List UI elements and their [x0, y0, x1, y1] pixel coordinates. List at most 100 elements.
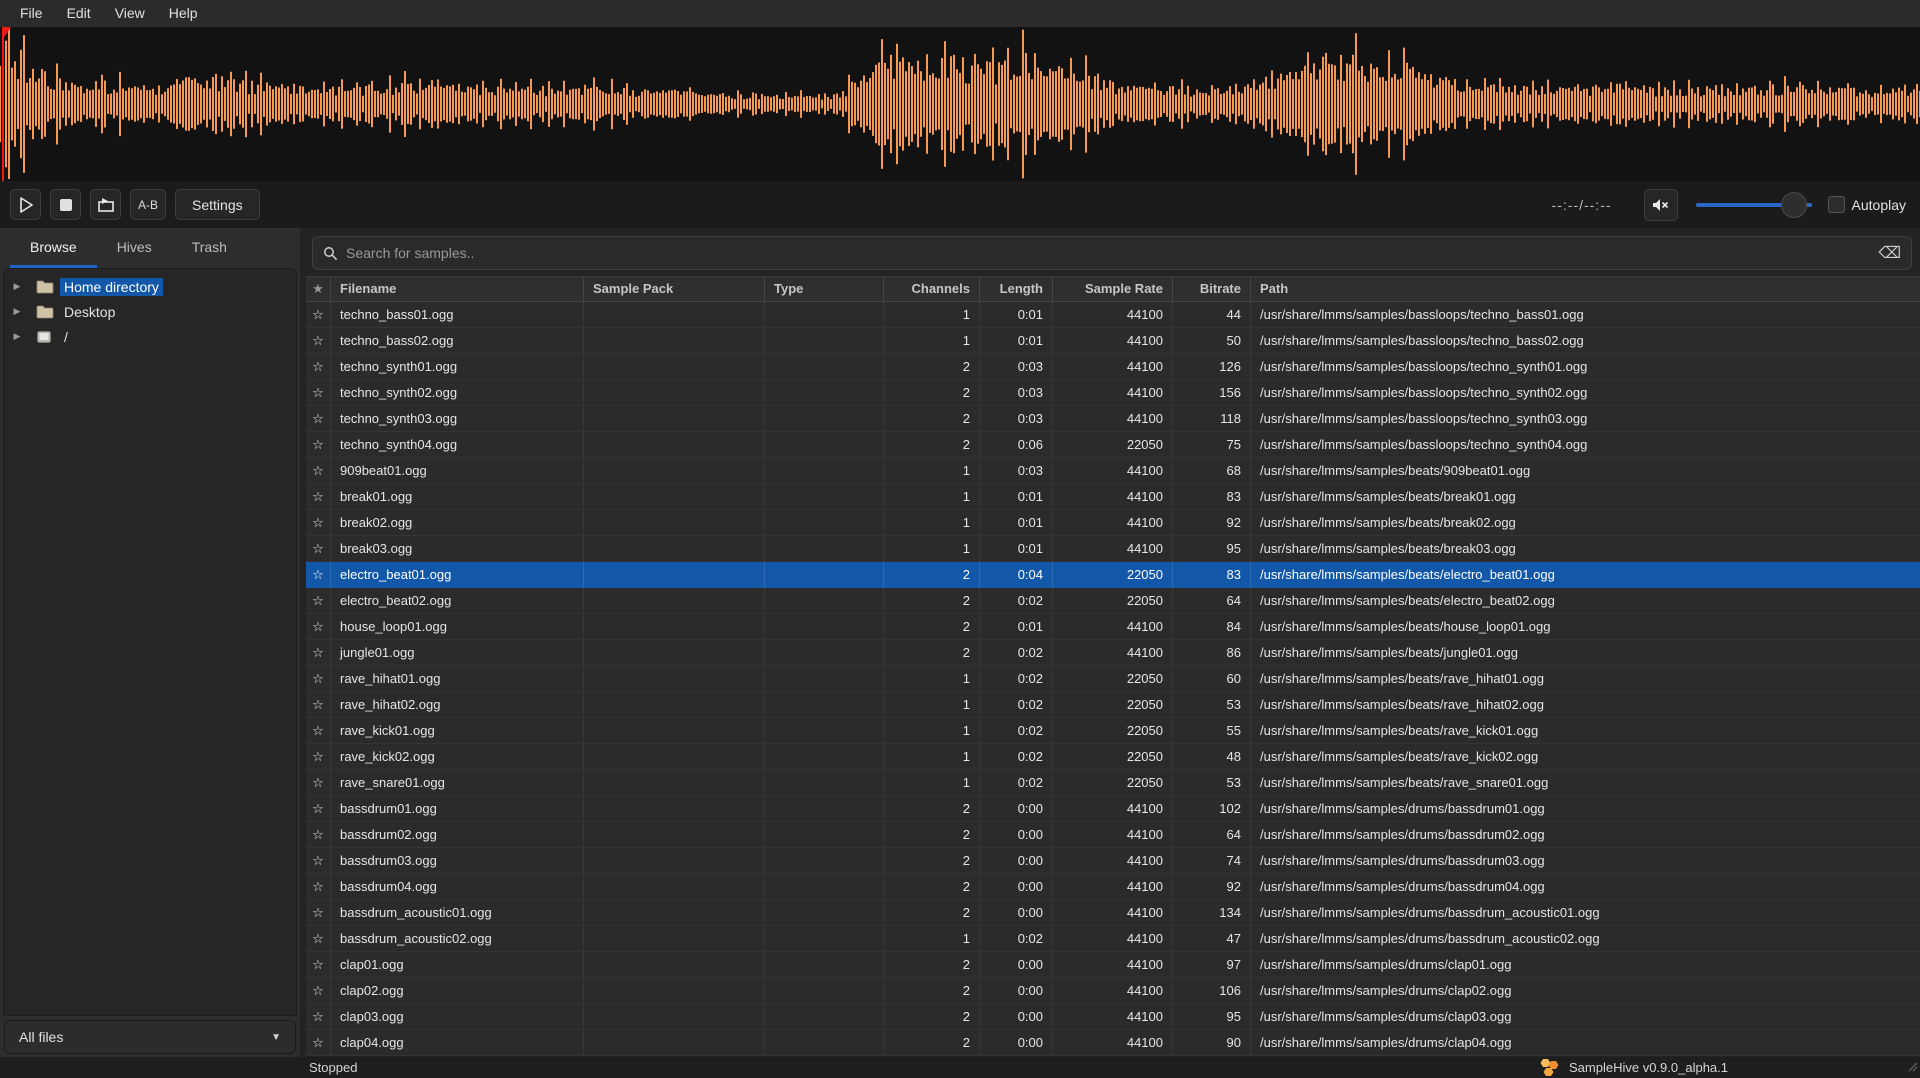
cell-star[interactable]: ☆: [306, 380, 331, 405]
table-row[interactable]: ☆break01.ogg10:014410083/usr/share/lmms/…: [306, 484, 1920, 510]
tree-item-desktop[interactable]: ▶ Desktop: [4, 299, 296, 324]
cell-star[interactable]: ☆: [306, 796, 331, 821]
play-button[interactable]: [10, 189, 41, 220]
table-row[interactable]: ☆electro_beat01.ogg20:042205083/usr/shar…: [306, 562, 1920, 588]
table-row[interactable]: ☆techno_synth01.ogg20:0344100126/usr/sha…: [306, 354, 1920, 380]
menu-view[interactable]: View: [105, 0, 155, 27]
tab-hives[interactable]: Hives: [97, 228, 172, 268]
cell-star[interactable]: ☆: [306, 666, 331, 691]
cell-star[interactable]: ☆: [306, 406, 331, 431]
cell-star[interactable]: ☆: [306, 848, 331, 873]
tree-item-home[interactable]: ▶ Home directory: [4, 274, 296, 299]
table-row[interactable]: ☆clap04.ogg20:004410090/usr/share/lmms/s…: [306, 1030, 1920, 1056]
table-row[interactable]: ☆rave_hihat01.ogg10:022205060/usr/share/…: [306, 666, 1920, 692]
expand-arrow-icon[interactable]: ▶: [4, 331, 30, 342]
column-header-path[interactable]: Path: [1251, 277, 1920, 301]
cell-star[interactable]: ☆: [306, 822, 331, 847]
settings-button[interactable]: Settings: [175, 189, 260, 220]
tab-browse[interactable]: Browse: [10, 228, 97, 268]
loop-button[interactable]: [90, 189, 121, 220]
stop-button[interactable]: [50, 189, 81, 220]
cell-star[interactable]: ☆: [306, 900, 331, 925]
table-row[interactable]: ☆rave_kick02.ogg10:022205048/usr/share/l…: [306, 744, 1920, 770]
table-row[interactable]: ☆clap01.ogg20:004410097/usr/share/lmms/s…: [306, 952, 1920, 978]
table-row[interactable]: ☆rave_snare01.ogg10:022205053/usr/share/…: [306, 770, 1920, 796]
volume-thumb[interactable]: [1781, 192, 1807, 218]
cell-star[interactable]: ☆: [306, 926, 331, 951]
table-row[interactable]: ☆rave_kick01.ogg10:022205055/usr/share/l…: [306, 718, 1920, 744]
resize-grip[interactable]: [1904, 1058, 1918, 1077]
column-header-filename[interactable]: Filename: [331, 277, 584, 301]
table-row[interactable]: ☆rave_hihat02.ogg10:022205053/usr/share/…: [306, 692, 1920, 718]
search-bar[interactable]: ⌫: [312, 236, 1912, 270]
table-row[interactable]: ☆techno_synth03.ogg20:0344100118/usr/sha…: [306, 406, 1920, 432]
table-row[interactable]: ☆techno_synth04.ogg20:062205075/usr/shar…: [306, 432, 1920, 458]
waveform-display[interactable]: [0, 27, 1920, 181]
table-row[interactable]: ☆bassdrum04.ogg20:004410092/usr/share/lm…: [306, 874, 1920, 900]
table-row[interactable]: ☆techno_bass01.ogg10:014410044/usr/share…: [306, 302, 1920, 328]
autoplay-checkbox[interactable]: [1828, 196, 1845, 213]
cell-star[interactable]: ☆: [306, 328, 331, 353]
table-row[interactable]: ☆electro_beat02.ogg20:022205064/usr/shar…: [306, 588, 1920, 614]
menu-file[interactable]: File: [10, 0, 53, 27]
cell-star[interactable]: ☆: [306, 1004, 331, 1029]
cell-star[interactable]: ☆: [306, 432, 331, 457]
tree-item-label[interactable]: Home directory: [60, 278, 163, 296]
expand-arrow-icon[interactable]: ▶: [4, 281, 30, 292]
tree-item-label[interactable]: /: [60, 328, 72, 346]
cell-star[interactable]: ☆: [306, 458, 331, 483]
column-header-channels[interactable]: Channels: [884, 277, 980, 301]
clear-search-icon[interactable]: ⌫: [1878, 243, 1901, 263]
table-row[interactable]: ☆bassdrum_acoustic02.ogg10:024410047/usr…: [306, 926, 1920, 952]
mute-button[interactable]: [1644, 189, 1678, 221]
favorite-column-header[interactable]: ★: [306, 277, 331, 301]
cell-star[interactable]: ☆: [306, 1030, 331, 1055]
tree-item-root[interactable]: ▶ /: [4, 324, 296, 349]
cell-star[interactable]: ☆: [306, 562, 331, 587]
cell-sample-rate: 44100: [1053, 406, 1173, 431]
expand-arrow-icon[interactable]: ▶: [4, 306, 30, 317]
table-row[interactable]: ☆house_loop01.ogg20:014410084/usr/share/…: [306, 614, 1920, 640]
cell-star[interactable]: ☆: [306, 640, 331, 665]
table-row[interactable]: ☆techno_bass02.ogg10:014410050/usr/share…: [306, 328, 1920, 354]
cell-star[interactable]: ☆: [306, 874, 331, 899]
cell-star[interactable]: ☆: [306, 510, 331, 535]
cell-star[interactable]: ☆: [306, 302, 331, 327]
column-header-sample-pack[interactable]: Sample Pack: [584, 277, 765, 301]
menu-edit[interactable]: Edit: [57, 0, 101, 27]
column-header-sample-rate[interactable]: Sample Rate: [1053, 277, 1173, 301]
cell-length: 0:01: [980, 328, 1053, 353]
table-row[interactable]: ☆clap02.ogg20:0044100106/usr/share/lmms/…: [306, 978, 1920, 1004]
column-header-length[interactable]: Length: [980, 277, 1053, 301]
file-filter-dropdown[interactable]: All files ▼: [4, 1020, 296, 1054]
tree-item-label[interactable]: Desktop: [60, 303, 119, 321]
loop-ab-button[interactable]: A-B: [130, 189, 166, 220]
cell-star[interactable]: ☆: [306, 692, 331, 717]
table-row[interactable]: ☆jungle01.ogg20:024410086/usr/share/lmms…: [306, 640, 1920, 666]
cell-star[interactable]: ☆: [306, 354, 331, 379]
tab-trash[interactable]: Trash: [172, 228, 247, 268]
cell-star[interactable]: ☆: [306, 744, 331, 769]
cell-star[interactable]: ☆: [306, 718, 331, 743]
menu-help[interactable]: Help: [159, 0, 208, 27]
volume-slider[interactable]: [1696, 192, 1812, 218]
cell-star[interactable]: ☆: [306, 770, 331, 795]
table-row[interactable]: ☆909beat01.ogg10:034410068/usr/share/lmm…: [306, 458, 1920, 484]
search-input[interactable]: [346, 245, 1870, 261]
column-header-bitrate[interactable]: Bitrate: [1173, 277, 1251, 301]
table-row[interactable]: ☆break03.ogg10:014410095/usr/share/lmms/…: [306, 536, 1920, 562]
cell-star[interactable]: ☆: [306, 588, 331, 613]
table-row[interactable]: ☆bassdrum02.ogg20:004410064/usr/share/lm…: [306, 822, 1920, 848]
column-header-type[interactable]: Type: [765, 277, 884, 301]
table-row[interactable]: ☆break02.ogg10:014410092/usr/share/lmms/…: [306, 510, 1920, 536]
cell-star[interactable]: ☆: [306, 952, 331, 977]
table-row[interactable]: ☆bassdrum01.ogg20:0044100102/usr/share/l…: [306, 796, 1920, 822]
table-row[interactable]: ☆bassdrum_acoustic01.ogg20:0044100134/us…: [306, 900, 1920, 926]
cell-star[interactable]: ☆: [306, 536, 331, 561]
table-row[interactable]: ☆clap03.ogg20:004410095/usr/share/lmms/s…: [306, 1004, 1920, 1030]
cell-star[interactable]: ☆: [306, 614, 331, 639]
cell-star[interactable]: ☆: [306, 484, 331, 509]
table-row[interactable]: ☆techno_synth02.ogg20:0344100156/usr/sha…: [306, 380, 1920, 406]
cell-star[interactable]: ☆: [306, 978, 331, 1003]
table-row[interactable]: ☆bassdrum03.ogg20:004410074/usr/share/lm…: [306, 848, 1920, 874]
